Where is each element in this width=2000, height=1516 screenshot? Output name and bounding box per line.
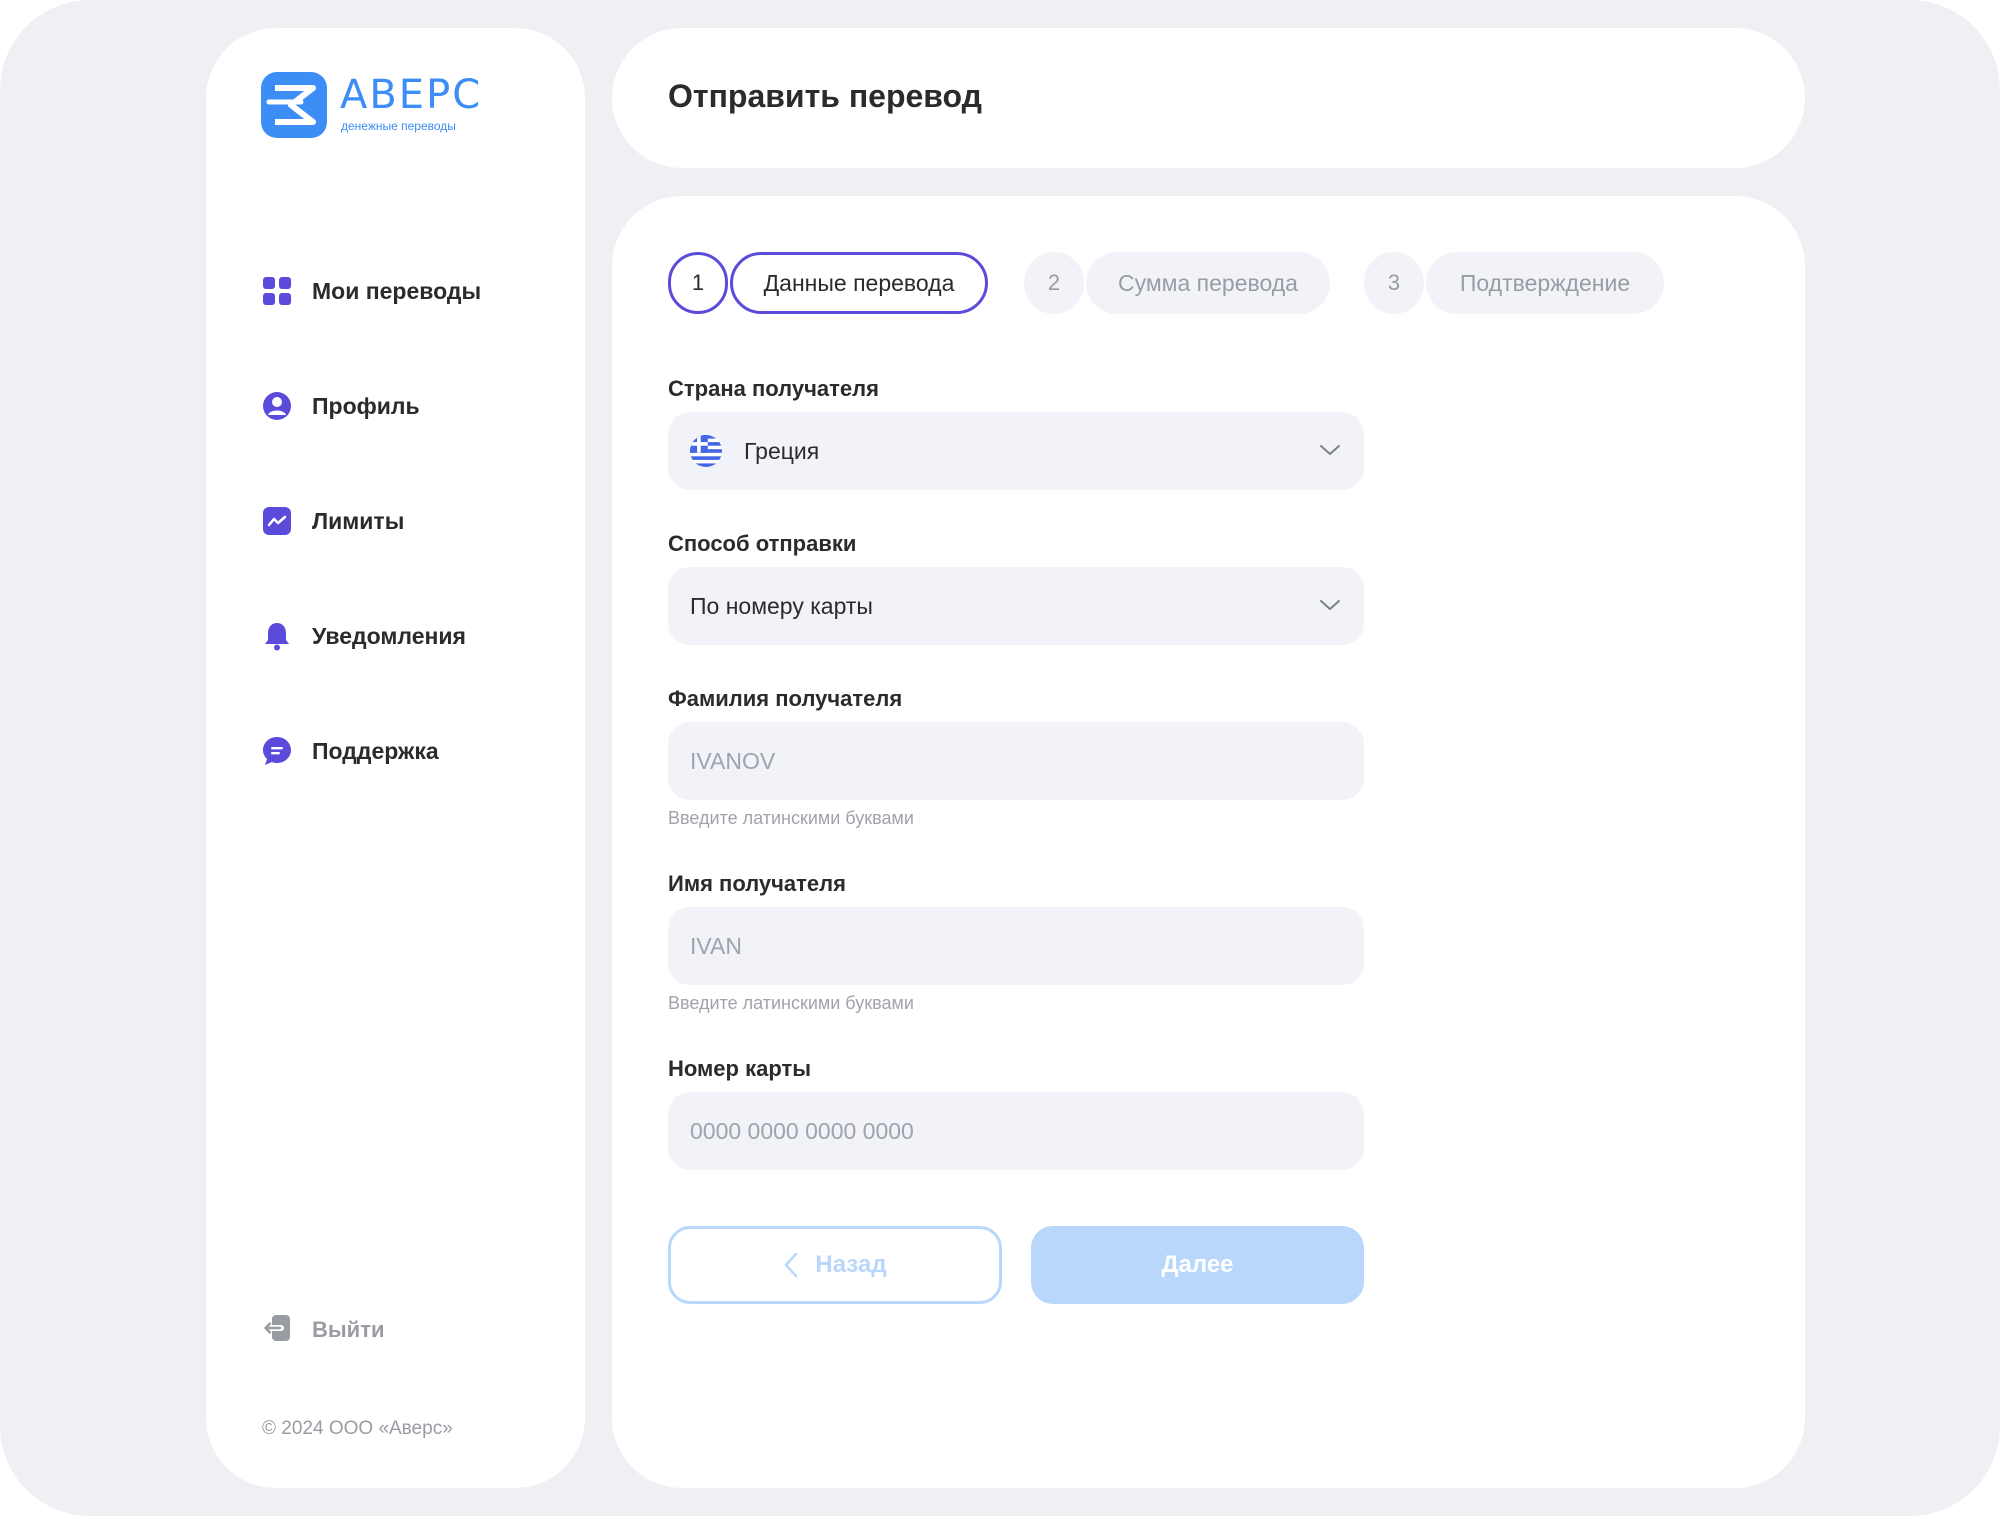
copyright: © 2024 ООО «Аверс»: [262, 1418, 453, 1439]
back-button-label: Назад: [815, 1251, 887, 1278]
transfer-form-card: 1 Данные перевода 2 Сумма перевода 3 Под…: [612, 196, 1805, 1488]
nav-item-my-transfers[interactable]: Мои переводы: [262, 271, 481, 311]
back-button[interactable]: Назад: [668, 1226, 1002, 1304]
last-name-placeholder: IVANOV: [690, 747, 776, 774]
step-1-number[interactable]: 1: [668, 252, 728, 314]
country-value: Греция: [744, 437, 820, 464]
country-label: Страна получателя: [668, 376, 879, 401]
nav-label: Мои переводы: [312, 277, 482, 304]
sidebar: АВЕРС денежные переводы Мои переводы Про…: [206, 28, 585, 1488]
step-2-number[interactable]: 2: [1024, 252, 1084, 314]
brand-tagline: денежные переводы: [341, 119, 456, 133]
nav-item-profile[interactable]: Профиль: [262, 386, 420, 426]
next-button[interactable]: Далее: [1031, 1226, 1364, 1304]
chevron-left-icon: [785, 1252, 798, 1278]
logout-button[interactable]: Выйти: [262, 1310, 385, 1350]
method-label: Способ отправки: [668, 531, 857, 556]
step-3-label[interactable]: Подтверждение: [1426, 252, 1664, 314]
logout-label: Выйти: [312, 1317, 385, 1342]
nav-item-support[interactable]: Поддержка: [262, 731, 439, 771]
card-number-input[interactable]: 0000 0000 0000 0000: [668, 1092, 1364, 1170]
last-name-input[interactable]: IVANOV: [668, 722, 1364, 800]
step-3-number[interactable]: 3: [1364, 252, 1424, 314]
next-button-label: Далее: [1161, 1251, 1234, 1278]
card-number-placeholder: 0000 0000 0000 0000: [690, 1117, 914, 1144]
first-name-input[interactable]: IVAN: [668, 907, 1364, 985]
logout-icon: [262, 1313, 292, 1348]
country-select[interactable]: Греция: [668, 412, 1364, 490]
chevron-down-icon: [1320, 600, 1340, 610]
page-title: Отправить перевод: [668, 78, 982, 114]
first-name-label: Имя получателя: [668, 871, 846, 896]
chart-icon: [262, 506, 292, 536]
nav-label: Профиль: [312, 392, 420, 419]
nav-item-notifications[interactable]: Уведомления: [262, 616, 466, 656]
card-number-label: Номер карты: [668, 1056, 812, 1081]
last-name-label: Фамилия получателя: [668, 686, 903, 711]
brand-logo[interactable]: АВЕРС денежные переводы: [261, 72, 521, 142]
nav-label: Уведомления: [312, 622, 466, 649]
nav-label: Лимиты: [312, 507, 405, 534]
bell-icon: [262, 621, 292, 651]
greece-flag-icon: [690, 435, 722, 467]
step-2-label[interactable]: Сумма перевода: [1086, 252, 1330, 314]
grid-icon: [262, 276, 292, 306]
last-name-hint: Введите латинскими буквами: [668, 808, 914, 828]
method-select[interactable]: По номеру карты: [668, 567, 1364, 645]
first-name-placeholder: IVAN: [690, 932, 742, 959]
nav-label: Поддержка: [312, 737, 439, 764]
chevron-down-icon: [1320, 445, 1340, 455]
logo-icon: [261, 72, 327, 138]
nav-item-limits[interactable]: Лимиты: [262, 501, 404, 541]
user-icon: [262, 391, 292, 421]
app-background: АВЕРС денежные переводы Мои переводы Про…: [0, 0, 2000, 1516]
brand-name: АВЕРС: [340, 72, 483, 118]
step-1-label[interactable]: Данные перевода: [730, 252, 988, 314]
method-value: По номеру карты: [690, 592, 873, 619]
chat-icon: [262, 736, 292, 766]
first-name-hint: Введите латинскими буквами: [668, 993, 914, 1013]
page-header: Отправить перевод: [612, 28, 1805, 168]
